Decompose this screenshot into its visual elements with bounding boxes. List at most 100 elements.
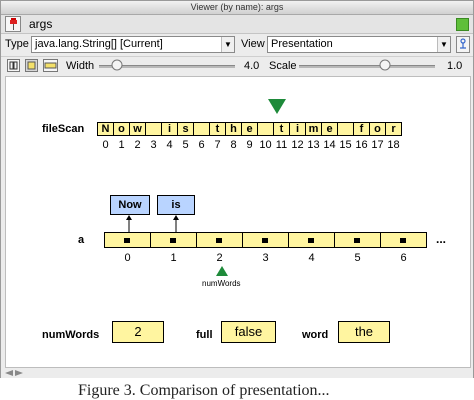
window-title: Viewer (by name): args — [1, 1, 473, 15]
filescan-char-cell: r — [385, 122, 402, 136]
width-value: 4.0 — [244, 60, 260, 72]
scroll-left-icon — [5, 370, 13, 376]
filescan-index: 11 — [275, 139, 288, 151]
array-cell — [242, 232, 289, 248]
filescan-index: 6 — [198, 139, 205, 151]
array-label: a — [78, 234, 85, 246]
scale-slider-knob[interactable] — [379, 59, 391, 71]
type-label: Type — [5, 38, 29, 50]
array-index: 0 — [124, 252, 131, 264]
filescan-char-cell: t — [209, 122, 226, 136]
filescan-chars: Now is the time for — [97, 122, 402, 136]
array-ellipsis: ... — [436, 232, 447, 246]
type-select-value: java.lang.String[] [Current] — [35, 38, 163, 50]
filescan-char-cell — [257, 122, 274, 136]
width-scale-row: Width 4.0 Scale 1.0 — [1, 56, 473, 75]
scale-slider-track[interactable] — [299, 65, 435, 68]
numwords-marker-icon — [216, 266, 228, 276]
header-row: args — [1, 15, 473, 34]
filescan-index: 3 — [150, 139, 157, 151]
reference-dot-icon — [354, 238, 360, 243]
array-index: 2 — [216, 252, 223, 264]
filescan-label: fileScan — [42, 123, 85, 135]
chevron-down-icon: ▼ — [221, 37, 234, 52]
columns-icon — [9, 61, 18, 70]
string-box-now: Now — [110, 195, 150, 215]
filescan-char-cell: t — [273, 122, 290, 136]
filescan-char-cell: f — [353, 122, 370, 136]
type-view-row: Type java.lang.String[] [Current] ▼ View… — [1, 35, 473, 55]
reference-dot-icon — [124, 238, 130, 243]
array-cell — [150, 232, 197, 248]
view-mode-button-2[interactable] — [25, 59, 38, 72]
width-label: Width — [66, 60, 95, 72]
filescan-index: 4 — [166, 139, 173, 151]
width-slider-knob[interactable] — [111, 59, 123, 71]
viewer-window: Viewer (by name): args args Type java.la… — [0, 0, 474, 378]
filescan-char-cell: e — [241, 122, 258, 136]
filescan-char-cell: i — [289, 122, 306, 136]
reference-dot-icon — [216, 238, 222, 243]
array-cells — [104, 232, 427, 248]
view-mode-button-1[interactable] — [7, 59, 20, 72]
array-cell — [380, 232, 427, 248]
view-select-value: Presentation — [271, 38, 333, 50]
word-label: word — [302, 329, 329, 341]
chevron-down-icon: ▼ — [437, 37, 450, 52]
pushpin-icon — [10, 18, 17, 30]
type-select[interactable]: java.lang.String[] [Current] ▼ — [31, 36, 235, 53]
filescan-char-cell: o — [113, 122, 130, 136]
reference-dot-icon — [170, 238, 176, 243]
filescan-index: 17 — [371, 139, 384, 151]
filescan-char-cell: m — [305, 122, 322, 136]
filescan-char-cell — [337, 122, 354, 136]
filescan-char-cell: e — [321, 122, 338, 136]
filescan-char-cell: s — [177, 122, 194, 136]
reference-dot-icon — [262, 238, 268, 243]
reference-dot-icon — [400, 238, 406, 243]
filescan-index: 14 — [323, 139, 336, 151]
filescan-index: 9 — [246, 139, 253, 151]
array-cell — [288, 232, 335, 248]
numwords-value: 2 — [112, 321, 164, 343]
array-index: 4 — [308, 252, 315, 264]
figure-caption: Figure 3. Comparison of presentation... — [78, 382, 330, 399]
scale-label: Scale — [269, 60, 297, 72]
structure-icon — [460, 38, 466, 49]
full-value: false — [221, 321, 276, 343]
scale-value: 1.0 — [447, 60, 463, 72]
pin-button[interactable] — [5, 16, 21, 32]
filescan-char-cell: o — [369, 122, 386, 136]
filescan-index: 1 — [118, 139, 125, 151]
array-index: 5 — [354, 252, 361, 264]
filescan-index: 12 — [291, 139, 304, 151]
array-cell — [104, 232, 151, 248]
filescan-index: 15 — [339, 139, 352, 151]
filescan-char-cell: w — [129, 122, 146, 136]
filescan-char-cell: i — [161, 122, 178, 136]
filescan-index: 8 — [230, 139, 237, 151]
filescan-char-cell: N — [97, 122, 114, 136]
filescan-char-cell — [193, 122, 210, 136]
numwords-label: numWords — [42, 329, 100, 341]
yellow-box-icon — [27, 61, 36, 70]
structure-button[interactable] — [456, 36, 470, 53]
horizontal-scrollbar[interactable] — [1, 368, 473, 378]
filescan-index: 2 — [134, 139, 141, 151]
scroll-right-icon — [15, 370, 23, 376]
filescan-index: 18 — [387, 139, 400, 151]
filescan-index: 10 — [259, 139, 272, 151]
filescan-index: 13 — [307, 139, 320, 151]
numwords-pointer-label: numWords — [202, 279, 241, 288]
full-label: full — [196, 329, 213, 341]
word-value: the — [338, 321, 390, 343]
array-index: 6 — [400, 252, 407, 264]
reference-dot-icon — [308, 238, 314, 243]
view-mode-button-3[interactable] — [43, 59, 58, 72]
view-select[interactable]: Presentation ▼ — [267, 36, 451, 53]
scan-position-marker-icon — [268, 99, 286, 114]
presentation-canvas: fileScan Now is the time for 01234567891… — [5, 76, 471, 368]
string-box-is: is — [157, 195, 195, 215]
filescan-index: 5 — [182, 139, 189, 151]
status-indicator — [456, 18, 469, 31]
